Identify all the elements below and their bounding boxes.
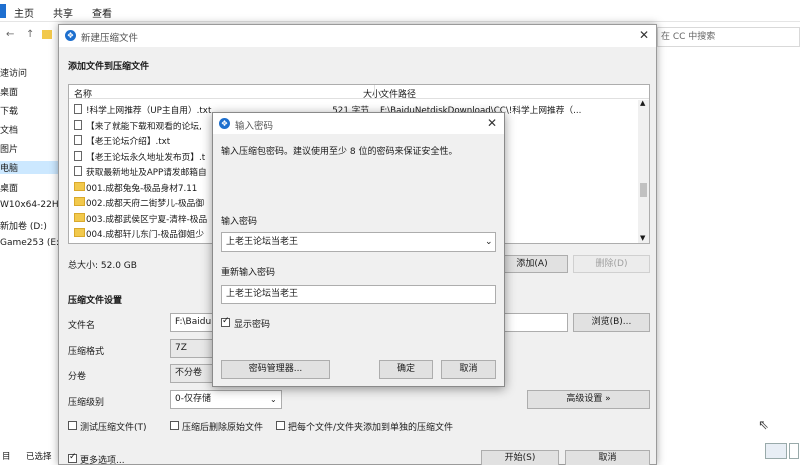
file-icon	[74, 150, 82, 161]
dialog-titlebar: ❖ 新建压缩文件 ✕	[59, 25, 656, 47]
search-input[interactable]: 在 CC 中搜索	[657, 27, 800, 47]
test-archive-label: 测试压缩文件(T)	[80, 423, 147, 433]
split-select[interactable]: 不分卷	[170, 364, 214, 383]
password-manager-button[interactable]: 密码管理器...	[221, 360, 330, 379]
file-tab-marker[interactable]	[0, 4, 6, 18]
column-size[interactable]: 大小	[363, 87, 381, 100]
nav-this-pc[interactable]: 电脑	[0, 161, 62, 174]
nav-quick-access[interactable]: 速访问	[0, 66, 27, 79]
folder-icon	[42, 30, 52, 39]
ok-button[interactable]: 确定	[379, 360, 433, 379]
format-label: 压缩格式	[68, 347, 105, 357]
add-button[interactable]: 添加(A)	[496, 255, 568, 273]
column-name[interactable]: 名称	[74, 87, 92, 100]
nav-documents[interactable]: 文档	[0, 123, 18, 136]
file-icon	[74, 104, 82, 114]
format-select[interactable]: 7Z	[170, 339, 214, 358]
nav-drive-e[interactable]: Game253 (E:)	[0, 238, 63, 248]
column-divider	[374, 85, 375, 99]
file-icon	[74, 119, 82, 130]
browse-button[interactable]: 浏览(B)...	[573, 313, 650, 332]
nav-desktop[interactable]: 桌面	[0, 85, 18, 98]
nav-drive-d[interactable]: 新加卷 (D:)	[0, 219, 47, 232]
file-icon	[74, 166, 82, 176]
level-label: 压缩级别	[68, 398, 105, 408]
show-password-label: 显示密码	[234, 320, 271, 330]
split-label: 分卷	[68, 372, 87, 382]
delete-after-checkbox[interactable]	[170, 421, 179, 430]
tab-home[interactable]: 主页	[14, 5, 34, 20]
password-dialog: ❖ 输入密码 ✕ 输入压缩包密码。建议使用至少 8 位的密码来保证安全性。 输入…	[212, 112, 505, 387]
password-input[interactable]: 上老王论坛当老王 ⌄	[221, 232, 496, 252]
app-logo-icon: ❖	[219, 118, 230, 129]
test-archive-checkbox[interactable]	[68, 421, 77, 430]
reenter-password-label: 重新输入密码	[221, 268, 276, 278]
app-logo-icon: ❖	[65, 30, 76, 41]
mouse-cursor-icon: ⇖	[758, 418, 769, 433]
scroll-up-icon[interactable]: ▲	[640, 99, 645, 107]
reenter-password-input[interactable]: 上老王论坛当老王	[221, 285, 496, 304]
view-tiles-icon[interactable]	[789, 443, 799, 459]
folder-icon	[74, 197, 85, 206]
start-button[interactable]: 开始(S)	[481, 450, 559, 465]
password-titlebar: ❖ 输入密码 ✕	[213, 113, 504, 134]
close-icon[interactable]: ✕	[487, 116, 497, 130]
tab-view[interactable]: 查看	[92, 5, 112, 20]
more-options-checkbox[interactable]	[68, 452, 77, 463]
status-selected: 已选择	[26, 452, 52, 462]
chevron-down-icon[interactable]: ⌄	[485, 233, 493, 251]
add-files-heading: 添加文件到压缩文件	[68, 62, 150, 72]
column-path[interactable]: 文件路径	[380, 87, 416, 100]
scroll-down-icon[interactable]: ▼	[640, 234, 645, 242]
password-title: 输入密码	[235, 121, 274, 132]
more-options-label[interactable]: 更多选项...	[80, 453, 125, 465]
password-description: 输入压缩包密码。建议使用至少 8 位的密码来保证安全性。	[221, 147, 458, 157]
status-count: 目	[2, 452, 11, 462]
nav-drive-c[interactable]: W10x64-22H2	[0, 200, 64, 210]
back-arrow-icon[interactable]: ←	[6, 29, 14, 40]
nav-downloads[interactable]: 下载	[0, 104, 18, 117]
status-bar: 目 已选择	[0, 447, 62, 465]
show-password-checkbox[interactable]	[221, 316, 230, 327]
advanced-settings-button[interactable]: 高级设置 »	[527, 390, 650, 409]
scroll-thumb[interactable]	[640, 183, 647, 197]
file-list-scrollbar[interactable]: ▲ ▼	[638, 99, 649, 243]
separate-archives-label: 把每个文件/文件夹添加到单独的压缩文件	[288, 423, 454, 433]
delete-after-label: 压缩后删除原始文件	[182, 423, 264, 433]
file-icon	[74, 135, 82, 145]
tab-share[interactable]: 共享	[53, 5, 73, 20]
cancel-button[interactable]: 取消	[565, 450, 650, 465]
navigation-pane: 速访问 桌面 下载 文档 图片 电脑 桌面 W10x64-22H2 新加卷 (D…	[0, 50, 64, 450]
nav-desktop-2[interactable]: 桌面	[0, 181, 18, 194]
close-icon[interactable]: ✕	[639, 28, 649, 42]
folder-icon	[74, 212, 85, 222]
archive-settings-heading: 压缩文件设置	[68, 296, 123, 306]
dialog-title: 新建压缩文件	[81, 33, 139, 44]
delete-button[interactable]: 删除(D)	[573, 255, 650, 273]
filename-label: 文件名	[68, 321, 96, 331]
password-cancel-button[interactable]: 取消	[441, 360, 496, 379]
password-value: 上老王论坛当老王	[226, 237, 299, 247]
explorer-ribbon: 主页 共享 查看	[0, 0, 800, 22]
level-value: 0-仅存储	[175, 394, 211, 404]
nav-pictures[interactable]: 图片	[0, 142, 18, 155]
chevron-down-icon: ⌄	[270, 395, 277, 404]
up-arrow-icon[interactable]: ↑	[26, 29, 34, 40]
file-list-header: 名称 大小 文件路径	[69, 85, 649, 100]
enter-password-label: 输入密码	[221, 217, 258, 227]
folder-icon	[74, 228, 85, 237]
folder-icon	[74, 181, 85, 191]
level-select[interactable]: 0-仅存储 ⌄	[170, 390, 282, 409]
view-details-icon[interactable]	[765, 443, 787, 459]
separate-archives-checkbox[interactable]	[276, 421, 285, 430]
total-size: 总大小: 52.0 GB	[68, 261, 137, 271]
